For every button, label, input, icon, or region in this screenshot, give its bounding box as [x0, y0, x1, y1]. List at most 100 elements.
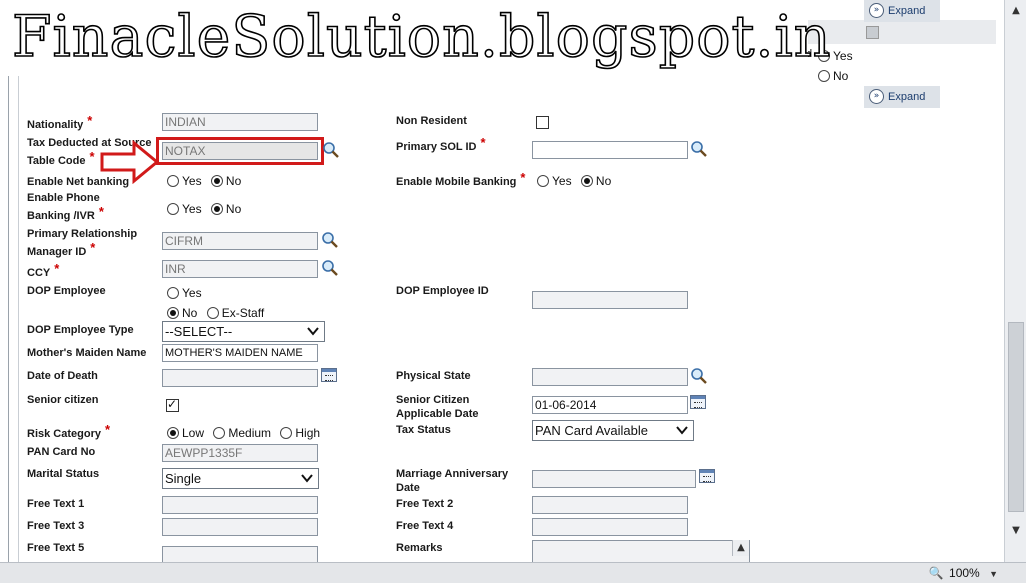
- expand-section-top[interactable]: » Expand: [864, 0, 940, 22]
- marriage-anniversary-field[interactable]: [532, 470, 696, 488]
- risk-high[interactable]: High: [280, 426, 320, 440]
- dop-employee-label: DOP Employee: [27, 285, 106, 297]
- nationality-field[interactable]: INDIAN: [162, 113, 318, 131]
- dop-employee-no[interactable]: No: [167, 306, 197, 320]
- left-border: [8, 0, 9, 562]
- senior-citizen-date-label-2: Applicable Date: [396, 408, 479, 420]
- mothers-maiden-label: Mother's Maiden Name: [27, 347, 147, 359]
- left-border-inner: [18, 0, 19, 562]
- chevron-down-icon: [307, 327, 319, 336]
- free-text-4-field[interactable]: [532, 518, 688, 536]
- pan-card-field[interactable]: AEWPP1335F: [162, 444, 318, 462]
- expand-chevron-icon: »: [869, 89, 884, 104]
- free-text-5-field[interactable]: [162, 546, 318, 562]
- free-text-1-label: Free Text 1: [27, 498, 85, 510]
- search-icon[interactable]: [322, 141, 340, 159]
- date-of-death-field[interactable]: [162, 369, 318, 387]
- scroll-thumb[interactable]: [1008, 322, 1024, 512]
- status-bar: 🔍 100% ▼: [0, 562, 1026, 583]
- calendar-icon[interactable]: [690, 395, 706, 409]
- highlight-box: [156, 137, 324, 165]
- net-banking-yes[interactable]: Yes: [167, 174, 202, 188]
- scroll-down-arrow-icon[interactable]: ▼: [1009, 524, 1023, 538]
- physical-state-field[interactable]: [532, 368, 688, 386]
- risk-low[interactable]: Low: [167, 426, 204, 440]
- phone-banking-label-2: Banking /IVR *: [27, 204, 104, 222]
- mobile-banking-radios[interactable]: Yes No: [537, 173, 617, 189]
- phone-banking-no[interactable]: No: [210, 202, 241, 216]
- primary-sol-label: Primary SOL ID *: [396, 135, 486, 153]
- risk-category-radios[interactable]: Low Medium High: [167, 425, 326, 441]
- date-of-death-label: Date of Death: [27, 370, 98, 382]
- free-text-3-field[interactable]: [162, 518, 318, 536]
- free-text-1-field[interactable]: [162, 496, 318, 514]
- marital-status-label: Marital Status: [27, 468, 100, 480]
- phone-banking-label: Enable Phone: [27, 192, 100, 204]
- non-resident-checkbox[interactable]: [536, 116, 549, 129]
- marital-status-select[interactable]: Single: [162, 468, 319, 489]
- calendar-icon[interactable]: [321, 368, 337, 382]
- dop-employee-type-label: DOP Employee Type: [27, 324, 134, 336]
- dop-employee-radios[interactable]: No Ex-Staff: [167, 305, 270, 321]
- marriage-anniversary-label-2: Date: [396, 482, 420, 494]
- physical-state-label: Physical State: [396, 370, 471, 382]
- phone-banking-radios[interactable]: Yes No: [167, 201, 247, 217]
- dop-employee-yes[interactable]: Yes: [167, 285, 202, 301]
- remarks-scroll-up[interactable]: ▲: [732, 540, 749, 556]
- free-text-5-label: Free Text 5: [27, 542, 85, 554]
- expand-chevron-icon: »: [869, 3, 884, 18]
- senior-citizen-date-field[interactable]: 01-06-2014: [532, 396, 688, 414]
- tax-status-select[interactable]: PAN Card Available: [532, 420, 694, 441]
- vertical-scrollbar[interactable]: ▲ ▼: [1004, 0, 1026, 562]
- tax-deducted-label-2: Table Code *: [27, 149, 95, 167]
- ccy-field[interactable]: INR: [162, 260, 318, 278]
- zoom-icon: 🔍: [928, 566, 944, 580]
- dop-employee-id-field[interactable]: [532, 291, 688, 309]
- mobile-banking-yes[interactable]: Yes: [537, 174, 572, 188]
- pan-card-label: PAN Card No: [27, 446, 96, 458]
- blog-watermark: FinacleSolution.blogspot.in: [2, 0, 831, 76]
- phone-banking-yes[interactable]: Yes: [167, 202, 202, 216]
- free-text-3-label: Free Text 3: [27, 520, 85, 532]
- risk-category-label: Risk Category *: [27, 422, 111, 440]
- primary-sol-field[interactable]: [532, 141, 688, 159]
- tax-status-label: Tax Status: [396, 424, 451, 436]
- nationality-label: Nationality *: [27, 113, 93, 131]
- primary-rm-label: Primary Relationship: [27, 228, 138, 240]
- net-banking-radios[interactable]: Yes No: [167, 173, 247, 189]
- remarks-textarea[interactable]: [532, 540, 750, 562]
- calendar-icon[interactable]: [699, 469, 715, 483]
- net-banking-label: Enable Net banking: [27, 176, 130, 188]
- chevron-down-icon: [301, 474, 313, 483]
- dop-employee-type-select[interactable]: --SELECT--: [162, 321, 325, 342]
- collapsed-checkbox[interactable]: [866, 26, 879, 39]
- free-text-4-label: Free Text 4: [396, 520, 454, 532]
- search-icon[interactable]: [321, 231, 339, 249]
- risk-medium[interactable]: Medium: [213, 426, 271, 440]
- top-radio-no[interactable]: No: [818, 68, 848, 84]
- header-strip: [808, 20, 996, 44]
- search-icon[interactable]: [690, 367, 708, 385]
- search-icon[interactable]: [690, 140, 708, 158]
- mothers-maiden-field[interactable]: MOTHER'S MAIDEN NAME: [162, 344, 318, 362]
- dop-employee-ex-staff[interactable]: Ex-Staff: [206, 306, 264, 320]
- scroll-up-arrow-icon[interactable]: ▲: [1009, 4, 1023, 18]
- expand-section-2[interactable]: » Expand: [864, 86, 940, 108]
- senior-citizen-label: Senior citizen: [27, 394, 99, 406]
- non-resident-label: Non Resident: [396, 115, 467, 127]
- remarks-label: Remarks: [396, 542, 443, 554]
- senior-citizen-checkbox[interactable]: [166, 397, 179, 412]
- primary-rm-label-2: Manager ID *: [27, 240, 96, 258]
- search-icon[interactable]: [321, 259, 339, 277]
- mobile-banking-label: Enable Mobile Banking *: [396, 170, 526, 188]
- net-banking-no[interactable]: No: [210, 174, 241, 188]
- dop-employee-id-label: DOP Employee ID: [396, 285, 489, 297]
- mobile-banking-no[interactable]: No: [580, 174, 611, 188]
- zoom-control[interactable]: 🔍 100% ▼: [929, 565, 998, 582]
- ccy-label: CCY *: [27, 261, 60, 279]
- chevron-down-icon: [676, 426, 688, 435]
- free-text-2-field[interactable]: [532, 496, 688, 514]
- free-text-2-label: Free Text 2: [396, 498, 454, 510]
- form-content-area: » Expand d Yes No » Expand Nationality* …: [0, 0, 1004, 562]
- primary-rm-field[interactable]: CIFRM: [162, 232, 318, 250]
